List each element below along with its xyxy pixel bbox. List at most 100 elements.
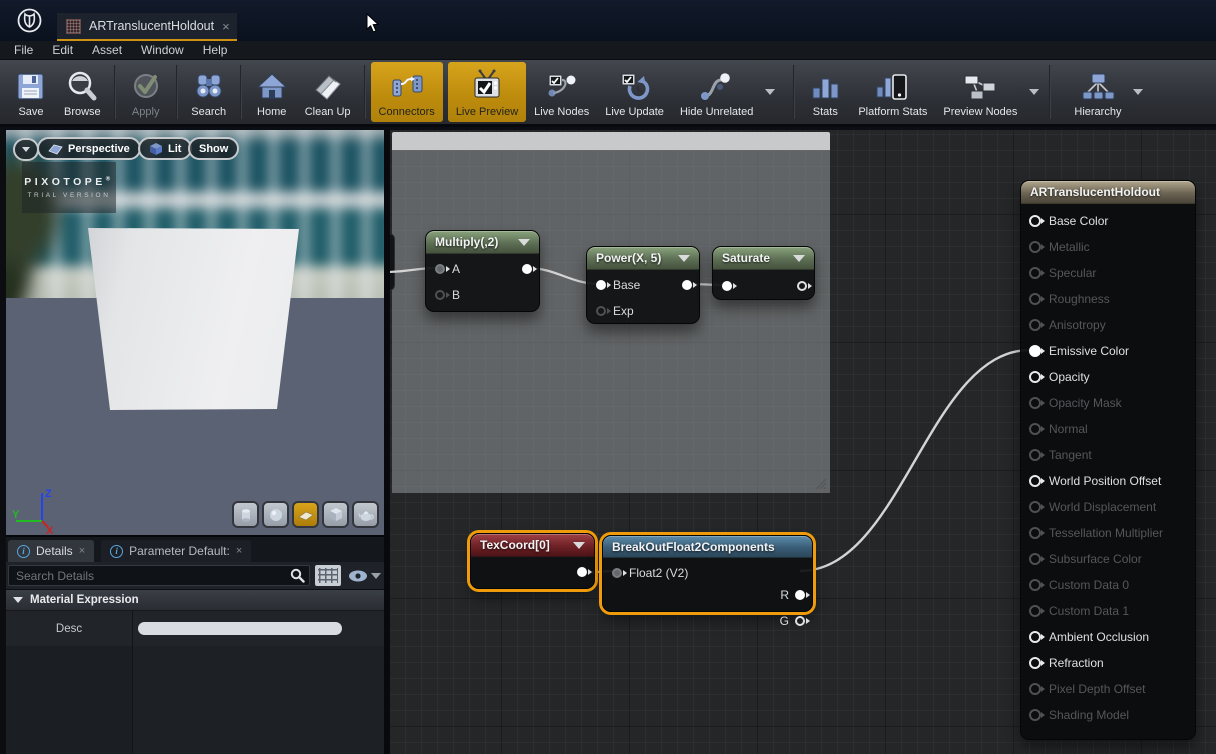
preview-nodes-dropdown-icon[interactable]	[1029, 89, 1039, 95]
output-pin-g[interactable]	[795, 616, 805, 626]
comment-resize-handle[interactable]	[813, 476, 827, 490]
mesh-cube-button[interactable]	[322, 501, 349, 528]
node-offscreen-partial[interactable]	[390, 233, 395, 291]
lit-button[interactable]: Lit	[138, 137, 192, 160]
pin-row-exp[interactable]: Exp	[587, 298, 699, 324]
connectors-button[interactable]: Connectors	[371, 62, 443, 122]
live-nodes-button[interactable]: Live Nodes	[526, 62, 597, 122]
live-preview-button[interactable]: Live Preview	[448, 62, 526, 122]
toolbar-separator	[793, 65, 795, 119]
menu-file[interactable]: File	[14, 43, 33, 57]
tab-close-icon[interactable]: ×	[79, 545, 85, 557]
browse-button[interactable]: Browse	[56, 62, 109, 122]
output-pin[interactable]	[577, 567, 587, 577]
asset-tab[interactable]: ARTranslucentHoldout ×	[57, 13, 237, 41]
node-multiply[interactable]: Multiply(,2) A B	[425, 230, 540, 312]
preview-viewport[interactable]: PIXOTOPE® TRIAL VERSION Perspective Lit	[6, 130, 384, 535]
pin-roughness[interactable]: Roughness	[1021, 286, 1195, 312]
input-pin[interactable]	[722, 281, 732, 291]
node-saturate[interactable]: Saturate	[712, 246, 815, 300]
tab-close-icon[interactable]: ×	[222, 20, 230, 33]
hide-unrelated-button[interactable]: Hide Unrelated	[672, 62, 761, 122]
pin-specular[interactable]: Specular	[1021, 260, 1195, 286]
stats-button[interactable]: Stats	[800, 62, 850, 122]
output-pin[interactable]	[682, 280, 692, 290]
mesh-teapot-button[interactable]	[352, 501, 379, 528]
pin-custom-data-0[interactable]: Custom Data 0	[1021, 572, 1195, 598]
pin-tessellation-multiplier[interactable]: Tessellation Multiplier	[1021, 520, 1195, 546]
tab-details[interactable]: i Details ×	[8, 540, 94, 562]
input-pin-a[interactable]	[435, 264, 445, 274]
show-button[interactable]: Show	[188, 137, 239, 160]
mesh-plane-button[interactable]	[292, 501, 319, 528]
pin-ambient-occlusion[interactable]: Ambient Occlusion	[1021, 624, 1195, 650]
desc-label: Desc	[6, 611, 133, 646]
node-power[interactable]: Power(X, 5) Base Exp	[586, 246, 700, 324]
pin-row-b[interactable]: B	[426, 282, 539, 308]
apply-button[interactable]: Apply	[121, 62, 171, 122]
collapse-arrow-icon[interactable]	[793, 255, 805, 262]
menu-edit[interactable]: Edit	[52, 43, 73, 57]
desc-field[interactable]	[138, 622, 342, 635]
pin-opacity[interactable]: Opacity	[1021, 364, 1195, 390]
pin-normal[interactable]: Normal	[1021, 416, 1195, 442]
live-update-button[interactable]: Live Update	[597, 62, 672, 122]
collapse-arrow-icon[interactable]	[518, 239, 530, 246]
view-options-button[interactable]	[346, 567, 383, 585]
pin-metallic[interactable]: Metallic	[1021, 234, 1195, 260]
collapse-arrow-icon[interactable]	[573, 542, 585, 549]
pin-opacity-mask[interactable]: Opacity Mask	[1021, 390, 1195, 416]
input-pin-float2[interactable]	[612, 568, 622, 578]
tab-close-icon[interactable]: ×	[236, 545, 242, 557]
clean-up-button[interactable]: Clean Up	[297, 62, 359, 122]
pin-tangent[interactable]: Tangent	[1021, 442, 1195, 468]
details-tab-bar: i Details × i Parameter Default: ×	[6, 537, 384, 562]
comment-title-bar[interactable]	[392, 132, 830, 150]
pin-refraction[interactable]: Refraction	[1021, 650, 1195, 676]
collapse-arrow-icon[interactable]	[678, 255, 690, 262]
pin-base-color[interactable]: Base Color	[1021, 208, 1195, 234]
pin-shading-model[interactable]: Shading Model	[1021, 702, 1195, 728]
pin-anisotropy[interactable]: Anisotropy	[1021, 312, 1195, 338]
output-pin[interactable]	[797, 281, 807, 291]
menu-help[interactable]: Help	[203, 43, 228, 57]
hierarchy-button[interactable]: Hierarchy	[1066, 62, 1129, 122]
hide-unrelated-dropdown-icon[interactable]	[765, 89, 775, 95]
pin-row-out-g[interactable]: G	[780, 608, 805, 634]
pin-world-position-offset[interactable]: World Position Offset	[1021, 468, 1195, 494]
node-breakout-float2[interactable]: BreakOutFloat2Components Float2 (V2) R G	[602, 535, 813, 612]
property-matrix-button[interactable]	[315, 565, 341, 586]
tab-parameter-defaults[interactable]: i Parameter Default: ×	[101, 540, 251, 562]
section-material-expression[interactable]: Material Expression	[6, 589, 384, 610]
output-pin[interactable]	[522, 264, 532, 274]
pin-world-displacement[interactable]: World Displacement	[1021, 494, 1195, 520]
node-material-result[interactable]: ARTranslucentHoldout Base Color Metallic…	[1020, 180, 1196, 740]
mesh-sphere-button[interactable]	[262, 501, 289, 528]
input-pin-base[interactable]	[596, 280, 606, 290]
home-button[interactable]: Home	[247, 62, 297, 122]
platform-stats-button[interactable]: Platform Stats	[850, 62, 935, 122]
viewport-options-dropdown[interactable]	[13, 138, 39, 161]
node-title: BreakOutFloat2Components	[612, 540, 775, 554]
pin-pixel-depth-offset[interactable]: Pixel Depth Offset	[1021, 676, 1195, 702]
output-pin-r[interactable]	[795, 590, 805, 600]
material-graph-canvas[interactable]: Multiply(,2) A B Power(X, 5)	[390, 130, 1216, 754]
cleanup-icon	[310, 67, 346, 103]
pin-custom-data-1[interactable]: Custom Data 1	[1021, 598, 1195, 624]
pin-emissive-color[interactable]: Emissive Color	[1021, 338, 1195, 364]
input-pin-b[interactable]	[435, 290, 445, 300]
perspective-button[interactable]: Perspective	[37, 137, 141, 160]
pin-subsurface-color[interactable]: Subsurface Color	[1021, 546, 1195, 572]
node-texcoord[interactable]: TexCoord[0]	[470, 533, 595, 589]
preview-nodes-button[interactable]: Preview Nodes	[935, 62, 1025, 122]
input-pin-exp[interactable]	[596, 306, 606, 316]
search-button[interactable]: Search	[183, 62, 235, 122]
menu-asset[interactable]: Asset	[92, 43, 122, 57]
hierarchy-dropdown-icon[interactable]	[1133, 89, 1143, 95]
desc-property-row: Desc	[6, 610, 384, 646]
mesh-cylinder-button[interactable]	[232, 501, 259, 528]
search-details-input[interactable]	[8, 565, 310, 586]
pin-row-out-r[interactable]: R	[780, 582, 805, 608]
menu-window[interactable]: Window	[141, 43, 184, 57]
save-button[interactable]: Save	[6, 62, 56, 122]
